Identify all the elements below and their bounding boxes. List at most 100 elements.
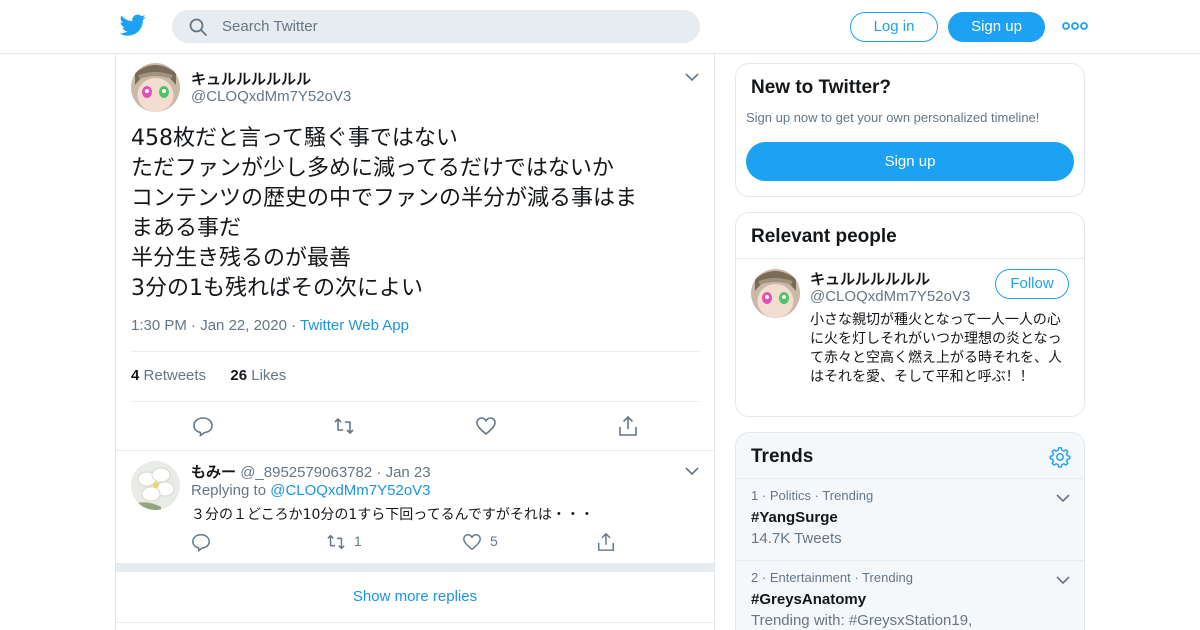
avatar[interactable]: [131, 63, 180, 112]
replying-to-prefix: Replying to: [191, 482, 267, 499]
trend-rank: 1: [751, 488, 759, 503]
twitter-bird-icon[interactable]: [118, 12, 148, 38]
divider: [116, 622, 714, 623]
login-button[interactable]: Log in: [850, 12, 938, 42]
search-input[interactable]: [222, 10, 682, 43]
retweets-label: Retweets: [143, 367, 207, 384]
card-title: Relevant people: [751, 226, 897, 247]
reply-action[interactable]: [191, 532, 231, 552]
reply-like-action[interactable]: 5: [462, 532, 522, 552]
like-heart-icon: [463, 533, 481, 551]
avatar-illustration: [131, 63, 180, 112]
trend-rank: 2: [751, 570, 759, 585]
trend-category: Entertainment: [769, 570, 851, 585]
search-icon: [189, 18, 207, 36]
reply-author-handle[interactable]: @_8952579063782: [240, 464, 372, 481]
new-to-twitter-card: New to Twitter? Sign up now to get your …: [735, 63, 1085, 197]
chevron-down-icon[interactable]: [685, 466, 699, 476]
tweet-text-line: 3分の1も残ればその次によい: [131, 276, 423, 301]
likes-stat[interactable]: 26 Likes: [230, 367, 286, 384]
replying-to-mention[interactable]: @CLOQxdMm7Y52oV3: [270, 482, 430, 499]
avatar[interactable]: [751, 269, 800, 318]
meta-separator: ·: [854, 570, 863, 585]
likes-label: Likes: [251, 367, 287, 384]
retweet-icon: [327, 534, 345, 550]
tweet-meta: 1:30 PM · Jan 22, 2020 · Twitter Web App: [131, 317, 409, 334]
reply-retweet-action[interactable]: 1: [326, 532, 386, 552]
avatar-flower-illustration: [131, 461, 180, 510]
retweet-icon[interactable]: [333, 415, 355, 437]
avatar[interactable]: [131, 461, 180, 510]
tweet-text-line: 半分生き残るのが最善: [131, 246, 352, 271]
tweet-time[interactable]: 1:30 PM: [131, 317, 187, 334]
trend-meta: 2 · Entertainment · Trending: [751, 570, 913, 585]
tweet-text-line: ただファンが少し多めに減ってるだけではないか: [131, 156, 614, 181]
reply-like-count: 5: [490, 533, 498, 549]
trend-context: Trending with: #GreysxStation19,: [751, 612, 973, 629]
tweet-author-name[interactable]: キュルルルルルル: [191, 68, 311, 89]
divider: [131, 401, 699, 402]
meta-separator: ·: [376, 464, 386, 481]
search-box[interactable]: [172, 10, 700, 43]
meta-separator: ·: [761, 570, 770, 585]
retweets-stat[interactable]: 4 Retweets: [131, 367, 206, 384]
top-navigation-bar: Log in Sign up: [0, 0, 1200, 54]
card-title: New to Twitter?: [751, 77, 892, 98]
show-more-replies-link[interactable]: Show more replies: [116, 588, 714, 605]
trend-category: Politics: [769, 488, 811, 503]
divider: [131, 351, 699, 352]
card-title: Trends: [751, 446, 814, 467]
tweet-stats: 4 Retweets 26 Likes: [131, 367, 286, 384]
trend-status: Trending: [822, 488, 874, 503]
chevron-down-icon[interactable]: [685, 72, 699, 82]
chevron-down-icon[interactable]: [1056, 493, 1070, 503]
more-dots-icon[interactable]: [1062, 18, 1088, 34]
person-handle[interactable]: @CLOQxdMm7Y52oV3: [810, 288, 970, 305]
meta-separator: ·: [761, 488, 770, 503]
main-timeline-column: キュルルルルルル @CLOQxdMm7Y52oV3 458枚だと言って騒ぐ事では…: [115, 54, 715, 630]
tweet-date[interactable]: Jan 22, 2020: [200, 317, 287, 334]
trend-tweet-count: 14.7K Tweets: [751, 530, 842, 547]
share-icon[interactable]: [617, 415, 639, 437]
person-name[interactable]: キュルルルルルル: [810, 268, 930, 289]
likes-count: 26: [230, 367, 248, 384]
tweet-text-line: コンテンツの歴史の中でファンの半分が減る事はま: [131, 186, 638, 211]
tweet-text: 458枚だと言って騒ぐ事ではない ただファンが少し多めに減ってるだけではないか …: [131, 124, 691, 304]
avatar-illustration: [751, 269, 800, 318]
retweets-count: 4: [131, 367, 140, 384]
tweet-author-handle[interactable]: @CLOQxdMm7Y52oV3: [191, 88, 351, 105]
card-subtitle: Sign up now to get your own personalized…: [746, 110, 1040, 125]
reply-icon[interactable]: [192, 415, 214, 437]
section-separator: [116, 563, 714, 572]
share-icon: [598, 532, 614, 551]
trend-item[interactable]: 1 · Politics · Trending #YangSurge 14.7K…: [736, 478, 1084, 560]
meta-separator: ·: [191, 317, 201, 334]
trend-status: Trending: [862, 570, 913, 585]
chevron-down-icon[interactable]: [1056, 575, 1070, 585]
reply-text: ３分の１どころか10分の1すら下回ってるんですがそれは・・・: [191, 507, 594, 523]
tweet-text-line: まある事だ: [131, 216, 242, 241]
trend-name[interactable]: #YangSurge: [751, 509, 838, 526]
reply-date[interactable]: Jan 23: [386, 464, 431, 481]
trend-name[interactable]: #GreysAnatomy: [751, 591, 866, 608]
trend-item[interactable]: 2 · Entertainment · Trending #GreysAnato…: [736, 560, 1084, 630]
trend-meta: 1 · Politics · Trending: [751, 488, 873, 503]
follow-button[interactable]: Follow: [995, 269, 1069, 299]
person-bio: 小さな親切が種火となって一人一人の心に火を灯しそれがいつか理想の炎となって赤々と…: [810, 312, 1062, 385]
meta-separator: ·: [291, 317, 301, 334]
tweet-source-link[interactable]: Twitter Web App: [300, 317, 409, 334]
reply-share-action[interactable]: [596, 532, 620, 552]
gear-icon[interactable]: [1049, 446, 1071, 468]
trends-card: Trends 1 · Politics · Trending #YangSurg…: [735, 432, 1085, 630]
reply-author-name[interactable]: もみー: [191, 464, 236, 481]
divider: [736, 258, 1084, 259]
replying-to: Replying to @CLOQxdMm7Y52oV3: [191, 482, 431, 499]
relevant-people-card: Relevant people キュルルルルルル @CLOQxdMm7Y52oV…: [735, 212, 1085, 417]
like-heart-icon[interactable]: [475, 415, 497, 437]
reply-icon: [192, 533, 210, 552]
signup-button[interactable]: Sign up: [948, 12, 1045, 42]
tweet-text-line: 458枚だと言って騒ぐ事ではない: [131, 126, 458, 151]
sidebar-signup-button[interactable]: Sign up: [746, 142, 1074, 181]
reply-header: もみー @_8952579063782 · Jan 23: [191, 461, 431, 482]
reply-retweet-count: 1: [354, 533, 362, 549]
